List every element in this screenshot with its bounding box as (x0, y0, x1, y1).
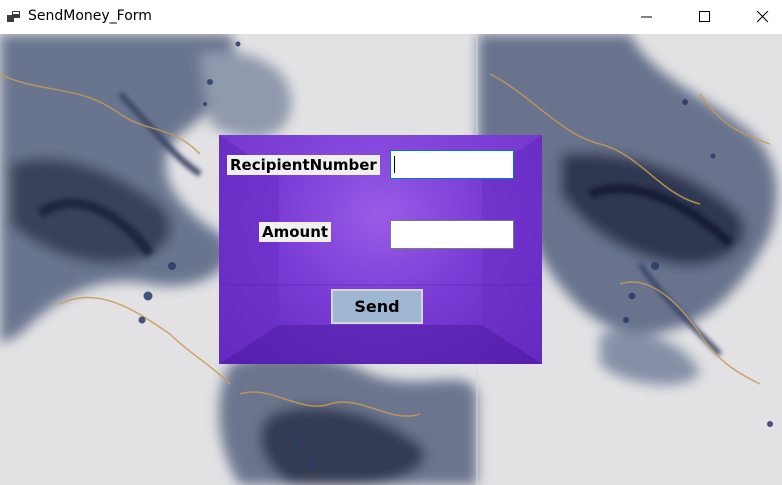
window-title: SendMoney_Form (28, 8, 152, 24)
amount-input[interactable] (390, 220, 514, 249)
app-window-icon (6, 9, 22, 25)
close-button[interactable] (740, 0, 782, 34)
minimize-button[interactable] (624, 0, 670, 34)
recipient-number-label: RecipientNumber (227, 155, 380, 175)
send-money-panel: RecipientNumber Amount Send (219, 135, 542, 364)
minimize-icon (641, 11, 653, 23)
title-bar[interactable]: SendMoney_Form (0, 0, 782, 34)
form-client-area: RecipientNumber Amount Send (0, 34, 782, 485)
close-icon (757, 11, 769, 23)
maximize-icon (699, 11, 711, 23)
amount-label: Amount (259, 222, 332, 242)
send-button[interactable]: Send (331, 289, 423, 324)
recipient-number-input[interactable] (390, 150, 514, 179)
send-money-window: SendMoney_Form RecipientNumber Amount Se… (0, 0, 782, 485)
maximize-button[interactable] (682, 0, 728, 34)
text-caret (394, 156, 395, 173)
